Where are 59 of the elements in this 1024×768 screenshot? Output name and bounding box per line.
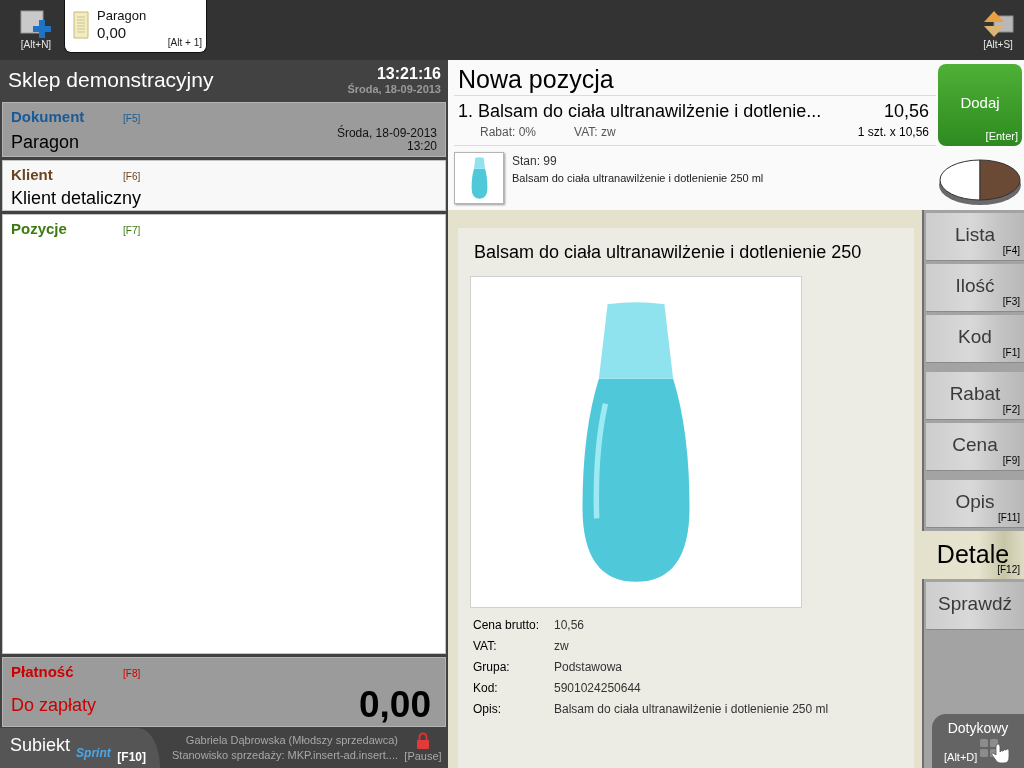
clock-time: 13:21:16 <box>376 64 441 83</box>
quantity-price: 1 szt. x 10,56 <box>857 124 929 140</box>
field-label: Grupa: <box>473 659 510 675</box>
product-title: Balsam do ciała ultranawilżenie i dotlenienie 250 <box>474 242 862 262</box>
vat-label: VAT: zw <box>574 124 616 140</box>
document-date: Środa, 18-09-2013 <box>336 127 437 140</box>
up-down-arrows-icon <box>982 10 1014 38</box>
shortcut-label: [F5] <box>123 113 141 125</box>
add-button[interactable]: Dodaj [Enter] <box>938 64 1022 146</box>
store-name: Sklep demonstracyjny <box>8 68 214 92</box>
shortcut-label: [F6] <box>123 171 141 183</box>
new-document-icon <box>20 10 52 38</box>
side-tab[interactable]: Rabat [F2] <box>926 372 1024 420</box>
switch-view-button[interactable]: [Alt+S] <box>982 10 1014 51</box>
document-time: 13:20 <box>406 140 437 153</box>
field-label: Cena brutto: <box>473 617 540 633</box>
clock-date: Środa, 18-09-2013 <box>347 82 441 96</box>
touch-mode-button[interactable]: Dotykowy [Alt+D] <box>932 714 1024 768</box>
field-value: Podstawowa <box>554 659 623 675</box>
customer-name: Klient detaliczny <box>11 188 142 208</box>
product-description: Balsam do ciała ultranawilżenie i dotlenienie 250 ml <box>512 171 764 186</box>
side-tab[interactable]: Sprawdź <box>926 582 1024 630</box>
field-value: 5901024250644 <box>554 680 641 696</box>
field-label: Opis: <box>473 701 501 717</box>
document-tab[interactable]: Paragon 0,00 [Alt + 1] <box>64 0 207 53</box>
side-tab[interactable]: Lista [F4] <box>926 213 1024 261</box>
side-tab[interactable]: Cena [F9] <box>926 423 1024 471</box>
side-tab[interactable]: Ilość [F3] <box>926 264 1024 312</box>
item-name: 1. Balsam do ciała ultranawilżenie i dotlenie... <box>458 100 822 122</box>
user-name: Gabriela Dąbrowska (Młodszy sprzedawca) <box>185 733 398 748</box>
field-value: zw <box>554 638 569 654</box>
field-label: VAT: <box>473 638 497 654</box>
section-title: Klient <box>11 166 54 184</box>
lock-button[interactable]: [Pause] <box>398 728 448 768</box>
field-label: Kod: <box>473 680 498 696</box>
section-title: Dokument <box>11 108 86 126</box>
field-value: Balsam do ciała ultranawilżenie i dotlenienie 250 ml <box>554 701 829 717</box>
receipt-icon <box>71 10 91 40</box>
amount-due-label: Do zapłaty <box>11 694 97 716</box>
side-tab[interactable]: Opis [F11] <box>926 480 1024 528</box>
bottle-drawing <box>470 157 488 199</box>
side-tab[interactable]: Kod [F1] <box>926 315 1024 363</box>
shortcut-label: [F8] <box>123 668 141 680</box>
document-type: Paragon <box>11 131 80 153</box>
item-total: 10,56 <box>883 100 929 122</box>
section-title: Pozycje <box>11 220 68 238</box>
half-disc-icon[interactable] <box>938 156 1022 206</box>
new-document-button[interactable]: [Alt+N] <box>20 10 52 51</box>
new-item-title: Nowa pozycja <box>458 65 614 93</box>
padlock-icon <box>416 732 430 749</box>
menu-button[interactable]: Subiekt Sprint [F10] <box>0 728 160 768</box>
section-title: Płatność <box>11 663 75 681</box>
shortcut-label: [F7] <box>123 225 141 237</box>
stock-label: Stan: 99 <box>512 153 558 170</box>
field-value: 10,56 <box>554 617 585 633</box>
discount-label: Rabat: 0% <box>480 124 537 140</box>
workstation-label: Stanowisko sprzedaży: MKP.insert-ad.insert.... <box>172 748 398 763</box>
side-tab[interactable]: Detale [F12] <box>922 531 1024 579</box>
amount-due-value: 0,00 <box>359 685 431 725</box>
